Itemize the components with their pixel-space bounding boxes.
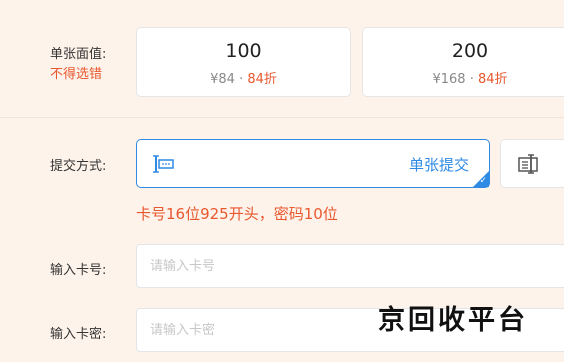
face-value-price-line: ¥168 · 84折 (363, 68, 564, 87)
face-value-price: ¥168 (432, 72, 466, 87)
face-value-amount: 200 (451, 40, 489, 62)
submit-method-label: 提交方式: (50, 159, 107, 174)
submit-method-single-label: 单张提交 (408, 156, 469, 174)
face-value-option-100[interactable]: 100 ¥84 · 84折 (136, 27, 351, 97)
face-value-option-200[interactable]: 200 ¥168 · 84折 (362, 27, 564, 97)
card-password-label: 输入卡密: (50, 327, 107, 342)
section-divider (0, 117, 564, 118)
face-value-price-line: ¥84 · 84折 (137, 68, 350, 87)
submit-method-batch[interactable] (500, 139, 564, 188)
check-icon: ✓ (479, 176, 487, 186)
batch-card-icon (517, 154, 539, 178)
face-value-warning: 不得选错 (50, 67, 103, 82)
face-value-amount: 100 (225, 40, 262, 62)
single-card-icon (153, 154, 175, 178)
card-format-hint: 卡号16位925开头，密码10位 (136, 205, 338, 223)
face-value-price: ¥84 (210, 72, 235, 87)
price-separator: · (469, 72, 474, 87)
face-value-discount: 84折 (247, 72, 277, 87)
submit-method-single[interactable]: 单张提交 ✓ (136, 139, 490, 188)
face-value-label: 单张面值: (50, 47, 107, 62)
watermark: 京回收平台 (378, 305, 528, 336)
face-value-discount: 84折 (477, 72, 508, 87)
price-separator: · (239, 72, 244, 87)
card-number-input[interactable] (136, 244, 564, 288)
card-number-label: 输入卡号: (50, 263, 107, 278)
